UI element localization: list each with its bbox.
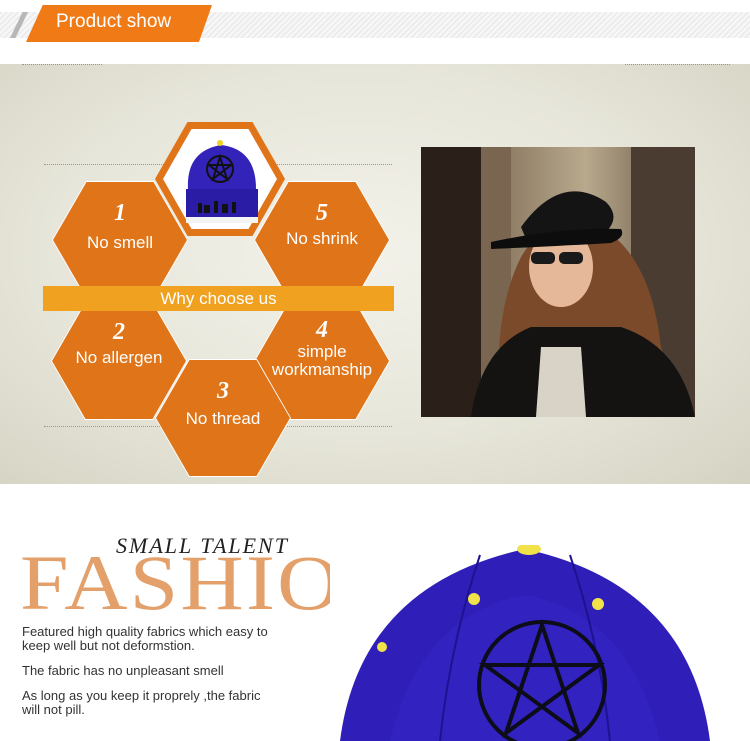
baseball-cap-icon [186,140,258,223]
feature-label: No smell [86,233,154,252]
description-line: The fabric has no unpleasant smell [22,663,224,678]
feature-label: No shrink [286,229,358,248]
description-line: keep well but not deformstion. [22,638,195,653]
description-2: The fabric has no unpleasant smell [22,664,322,678]
cap-closeup-photo [330,545,720,741]
why-choose-us-banner: Why choose us [43,286,394,311]
model-photo [421,147,695,417]
divider [625,64,730,65]
divider [22,64,102,65]
description-1: Featured high quality fabrics which easy… [22,625,322,653]
banner-label: Why choose us [160,289,277,308]
feature-label: No thread [185,409,261,428]
description-3: As long as you keep it proprely ,the fab… [22,689,322,717]
description-line: will not pill. [22,702,85,717]
feature-label-line2: workmanship [271,360,373,379]
section-title: Product show [56,11,172,32]
product-page: Product show 1 No smell 5 No shrink 2 No… [0,0,750,741]
description-line: As long as you keep it proprely ,the fab… [22,688,261,703]
feature-label: No allergen [75,348,163,367]
description-line: Featured high quality fabrics which easy… [22,624,268,639]
feature-label: simple [297,342,347,361]
